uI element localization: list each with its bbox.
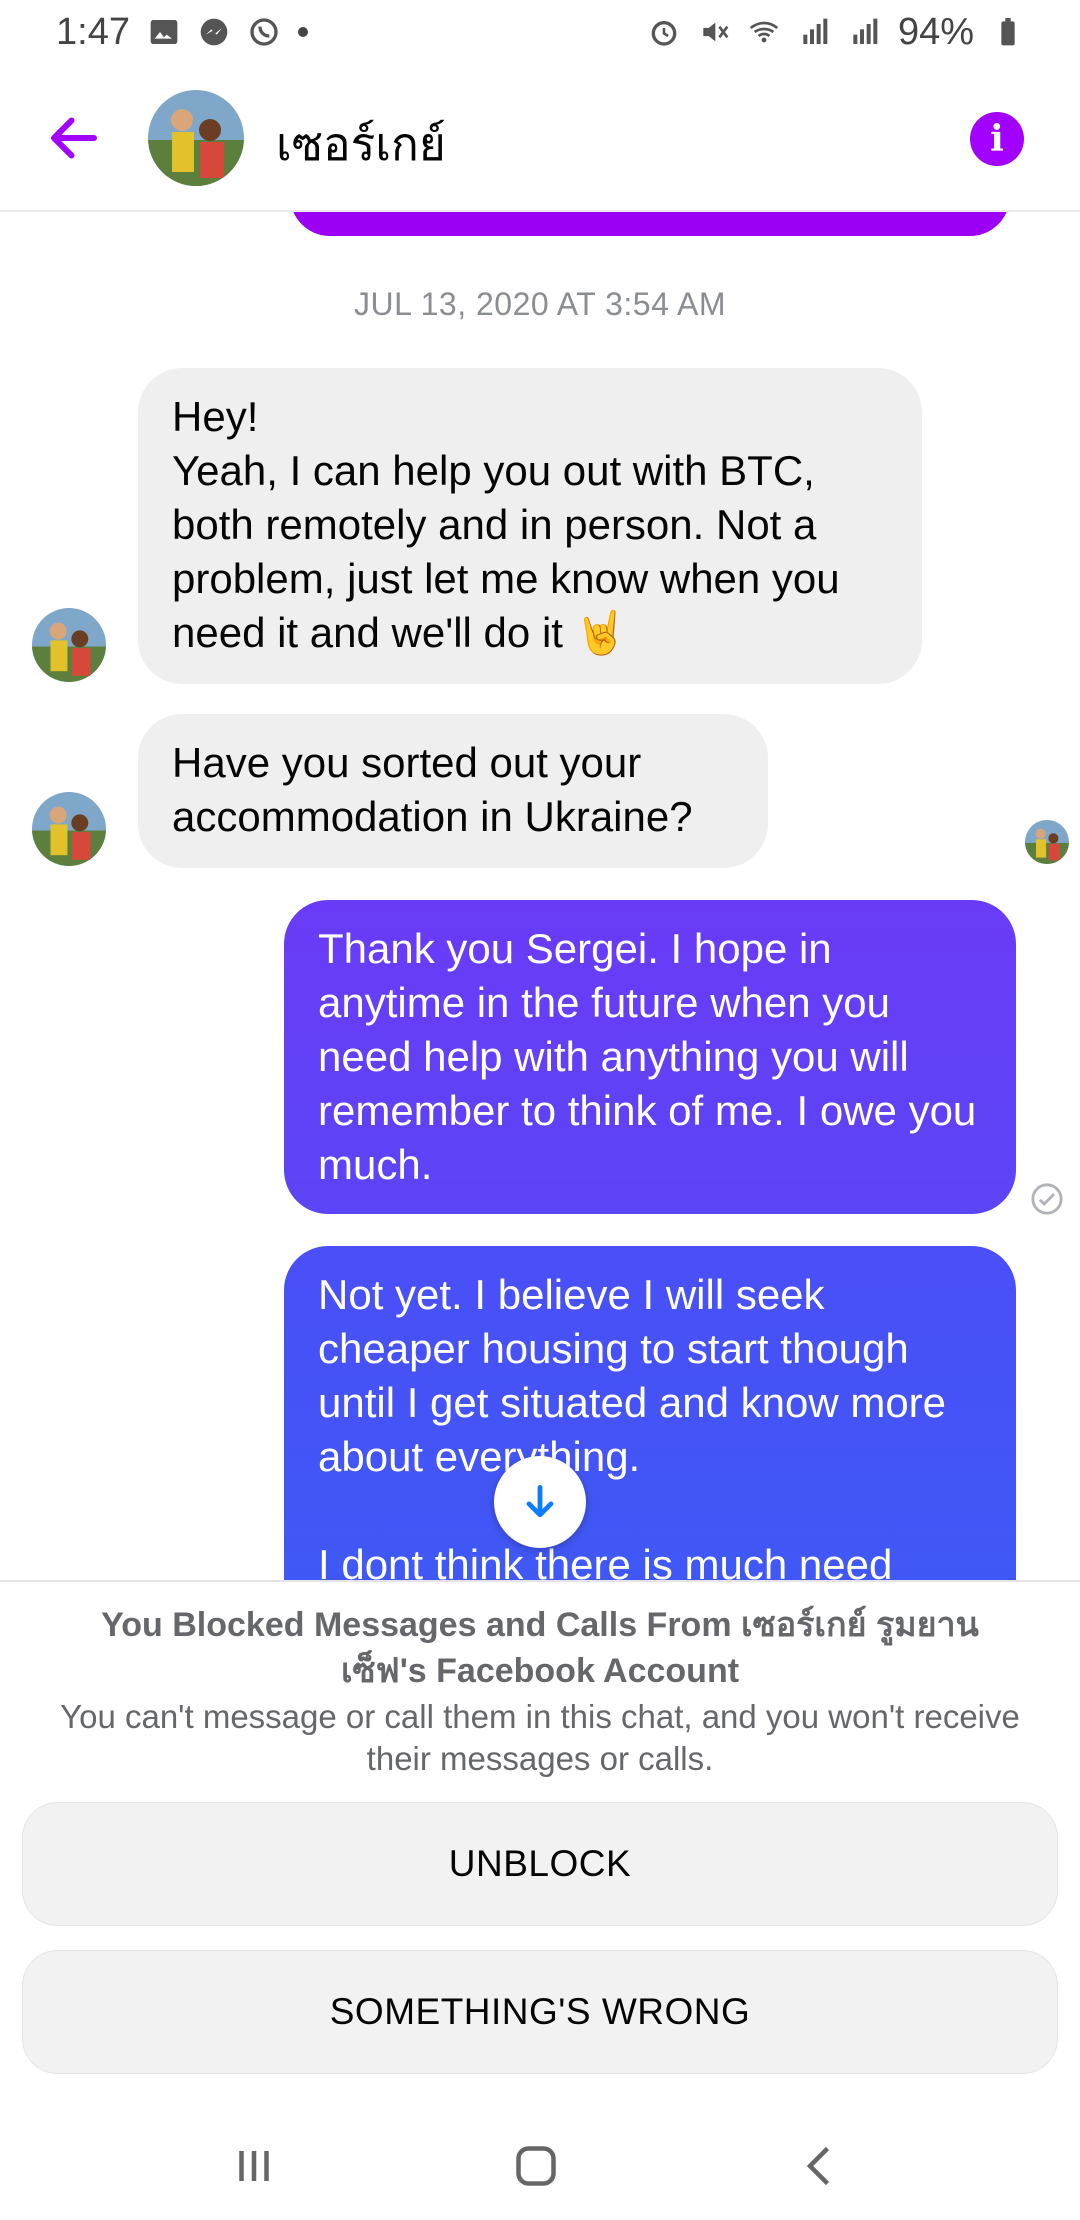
arrow-down-icon [526,1484,554,1518]
avatar[interactable] [32,608,106,682]
whatsapp-icon [250,18,278,46]
incoming-message[interactable]: Hey! Yeah, I can help you out with BTC, … [138,368,922,684]
outgoing-message[interactable]: Thank you Sergei. I hope in anytime in t… [284,900,1016,1214]
system-nav-bar [0,2100,1080,2220]
status-right: 94% [648,11,1024,54]
avatar[interactable] [148,90,244,186]
alarm-icon [651,20,677,46]
incoming-message[interactable]: Have you sorted out your accommodation i… [138,714,768,868]
contact-name[interactable]: เซอร์เกย์ [276,108,446,181]
dot-icon [297,27,308,37]
battery-percent: 94% [897,10,974,53]
message-list[interactable]: JUL 13, 2020 AT 3:54 AM Hey! Yeah, I can… [0,212,1080,1580]
something-wrong-button[interactable]: SOMETHING'S WRONG [22,1950,1058,2074]
wifi-icon [749,21,779,43]
seen-indicator-avatar [1025,820,1069,864]
blocked-notice-panel: You Blocked Messages and Calls From เซอร… [0,1580,1080,2102]
blocked-title: You Blocked Messages and Calls From เซอร… [101,1606,979,1690]
mute-icon [703,22,729,42]
status-bar: 1:47 94% [0,0,1080,64]
battery-icon [1001,18,1015,46]
arrow-left-icon[interactable] [44,108,104,168]
signal-icon [803,18,828,44]
signal-icon [853,18,878,44]
previous-message-bubble[interactable] [290,212,1010,236]
messenger-icon [200,18,228,46]
conversation-header: เซอร์เกย์ i [0,64,1080,212]
scroll-to-bottom-button[interactable] [494,1456,586,1548]
message-timestamp: JUL 13, 2020 AT 3:54 AM [353,286,727,322]
recents-icon[interactable] [224,2136,284,2196]
check-circle-icon [1031,1183,1063,1215]
home-icon[interactable] [506,2136,566,2196]
back-icon[interactable] [790,2136,850,2196]
avatar[interactable] [32,792,106,866]
blocked-description: You can't message or call them in this c… [60,1698,1020,1777]
unblock-button[interactable]: UNBLOCK [22,1802,1058,1926]
status-left: 1:47 [56,11,308,54]
info-icon[interactable]: i [970,112,1024,166]
status-time: 1:47 [56,10,130,53]
gallery-icon [150,20,178,44]
outgoing-message[interactable]: Not yet. I believe I will seek cheaper h… [284,1246,1016,1580]
